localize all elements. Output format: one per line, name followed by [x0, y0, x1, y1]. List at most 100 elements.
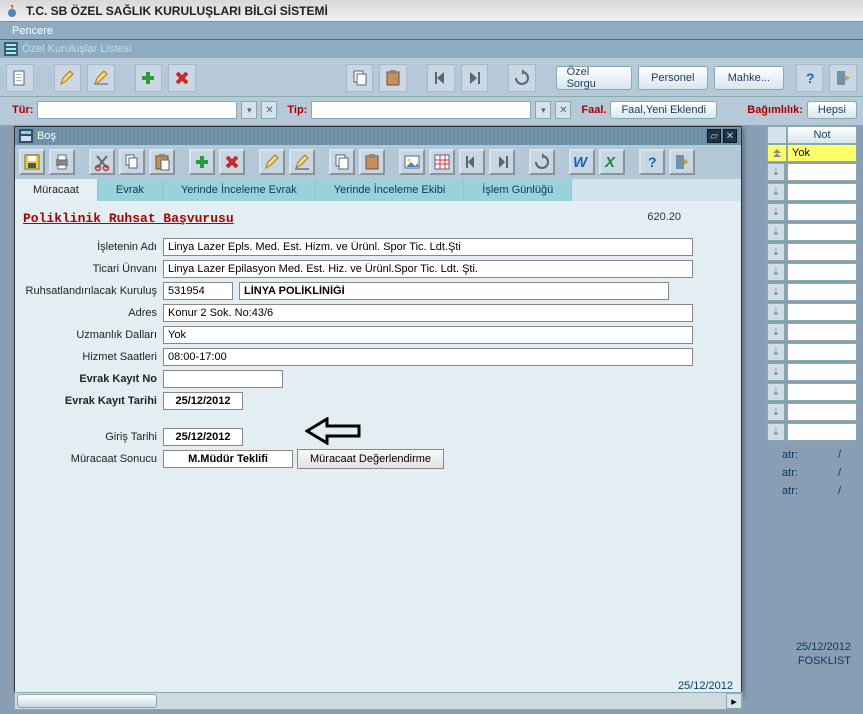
- row-expand-icon[interactable]: ⇣: [767, 403, 785, 421]
- inner-close-icon[interactable]: ✕: [723, 129, 737, 143]
- inner-help-icon[interactable]: ?: [639, 149, 665, 175]
- faal-value[interactable]: Faal,Yeni Eklendi: [610, 101, 717, 119]
- not-cell-1[interactable]: Yok: [787, 144, 857, 162]
- doc-new-button[interactable]: [6, 64, 34, 92]
- image-icon[interactable]: [399, 149, 425, 175]
- isletenin-adi-input[interactable]: [163, 238, 693, 256]
- not-cell[interactable]: [787, 303, 857, 321]
- not-cell[interactable]: [787, 183, 857, 201]
- paste-button[interactable]: [379, 64, 407, 92]
- hizmet-input[interactable]: [163, 348, 693, 366]
- refresh-button[interactable]: [508, 64, 536, 92]
- nav-last-button[interactable]: [461, 64, 489, 92]
- mahke-button[interactable]: Mahke...: [714, 66, 784, 90]
- row-expand-icon[interactable]: ⇣: [767, 263, 785, 281]
- tab-islem-gunlugu[interactable]: İşlem Günlüğü: [464, 179, 572, 201]
- not-cell[interactable]: [787, 203, 857, 221]
- giris-tarihi-input[interactable]: [163, 428, 243, 446]
- scrollbar-thumb[interactable]: [17, 694, 157, 708]
- not-cell[interactable]: [787, 423, 857, 441]
- clipboard-icon[interactable]: [359, 149, 385, 175]
- ticari-unvani-input[interactable]: [163, 260, 693, 278]
- tab-muracaat[interactable]: Müracaat: [15, 179, 98, 201]
- atr-slash-1: /: [838, 449, 841, 461]
- bagimlilik-value[interactable]: Hepsi: [807, 101, 857, 119]
- inner-max-icon[interactable]: ▱: [707, 129, 721, 143]
- tip-input[interactable]: [311, 101, 531, 119]
- muracaat-sonucu-input[interactable]: [163, 450, 293, 468]
- not-cell[interactable]: [787, 163, 857, 181]
- not-header[interactable]: Not: [787, 126, 857, 144]
- print-icon[interactable]: [49, 149, 75, 175]
- row-expand-icon[interactable]: ⇣: [767, 243, 785, 261]
- pencil-line-icon[interactable]: [289, 149, 315, 175]
- inner-titlebar[interactable]: Boş ▱ ✕: [15, 127, 741, 145]
- not-cell[interactable]: [787, 363, 857, 381]
- help-button[interactable]: ?: [796, 64, 824, 92]
- save-icon[interactable]: [19, 149, 45, 175]
- pencil-button[interactable]: [54, 64, 82, 92]
- not-cell[interactable]: [787, 283, 857, 301]
- ruhsat-ad-input[interactable]: [239, 282, 669, 300]
- word-icon[interactable]: W: [569, 149, 595, 175]
- nav-first-button[interactable]: [427, 64, 455, 92]
- uzmanlik-input[interactable]: [163, 326, 693, 344]
- evrak-kayit-tarihi-input[interactable]: [163, 392, 243, 410]
- tip-dropdown-icon[interactable]: ▾: [535, 101, 551, 119]
- tab-evrak[interactable]: Evrak: [98, 179, 163, 201]
- copy-button[interactable]: [346, 64, 374, 92]
- form-title: Poliklinik Ruhsat Başvurusu: [23, 211, 733, 226]
- not-cell[interactable]: [787, 343, 857, 361]
- menu-pencere[interactable]: Pencere: [6, 25, 59, 37]
- adres-input[interactable]: [163, 304, 693, 322]
- row-expand-icon[interactable]: ⇣: [767, 223, 785, 241]
- evrak-kayit-no-input[interactable]: [163, 370, 283, 388]
- add-record-icon[interactable]: [189, 149, 215, 175]
- row-expand-icon[interactable]: ⇣: [767, 303, 785, 321]
- row-expand-icon[interactable]: ⇣: [767, 363, 785, 381]
- nav-next-icon[interactable]: [489, 149, 515, 175]
- ruhsat-kod-input[interactable]: [163, 282, 233, 300]
- tab-yerinde-inceleme-ekibi[interactable]: Yerinde İnceleme Ekibi: [316, 179, 465, 201]
- not-cell[interactable]: [787, 403, 857, 421]
- horizontal-scrollbar[interactable]: ▸: [14, 692, 743, 710]
- cut-icon[interactable]: [89, 149, 115, 175]
- exit-button[interactable]: [829, 64, 857, 92]
- not-cell[interactable]: [787, 223, 857, 241]
- row-expand-icon[interactable]: ⇣: [767, 343, 785, 361]
- row-marker-icon[interactable]: [767, 144, 787, 162]
- nav-prev-icon[interactable]: [459, 149, 485, 175]
- refresh-icon[interactable]: [529, 149, 555, 175]
- row-expand-icon[interactable]: ⇣: [767, 383, 785, 401]
- row-expand-icon[interactable]: ⇣: [767, 163, 785, 181]
- not-cell[interactable]: [787, 243, 857, 261]
- row-expand-icon[interactable]: ⇣: [767, 323, 785, 341]
- row-expand-icon[interactable]: ⇣: [767, 183, 785, 201]
- delete-record-icon[interactable]: [219, 149, 245, 175]
- not-cell[interactable]: [787, 323, 857, 341]
- muracaat-degerlendirme-button[interactable]: Müracaat Değerlendirme: [297, 449, 444, 469]
- add-button[interactable]: [135, 64, 163, 92]
- scroll-right-icon[interactable]: ▸: [726, 693, 742, 709]
- edit2-button[interactable]: [87, 64, 115, 92]
- personel-button[interactable]: Personel: [638, 66, 708, 90]
- grid-icon[interactable]: [429, 149, 455, 175]
- not-cell[interactable]: [787, 383, 857, 401]
- pencil-icon[interactable]: [259, 149, 285, 175]
- not-cell[interactable]: [787, 263, 857, 281]
- paste-icon[interactable]: [149, 149, 175, 175]
- tur-clear-icon[interactable]: ✕: [261, 101, 277, 119]
- excel-icon[interactable]: X: [599, 149, 625, 175]
- row-expand-icon[interactable]: ⇣: [767, 423, 785, 441]
- tip-clear-icon[interactable]: ✕: [555, 101, 571, 119]
- tur-input[interactable]: [37, 101, 237, 119]
- ozel-sorgu-button[interactable]: Özel Sorgu: [556, 66, 632, 90]
- copy-icon[interactable]: [119, 149, 145, 175]
- row-expand-icon[interactable]: ⇣: [767, 203, 785, 221]
- delete-button[interactable]: [168, 64, 196, 92]
- duplicate-icon[interactable]: [329, 149, 355, 175]
- row-expand-icon[interactable]: ⇣: [767, 283, 785, 301]
- inner-exit-icon[interactable]: [669, 149, 695, 175]
- tab-yerinde-inceleme-evrak[interactable]: Yerinde İnceleme Evrak: [163, 179, 316, 201]
- tur-dropdown-icon[interactable]: ▾: [241, 101, 257, 119]
